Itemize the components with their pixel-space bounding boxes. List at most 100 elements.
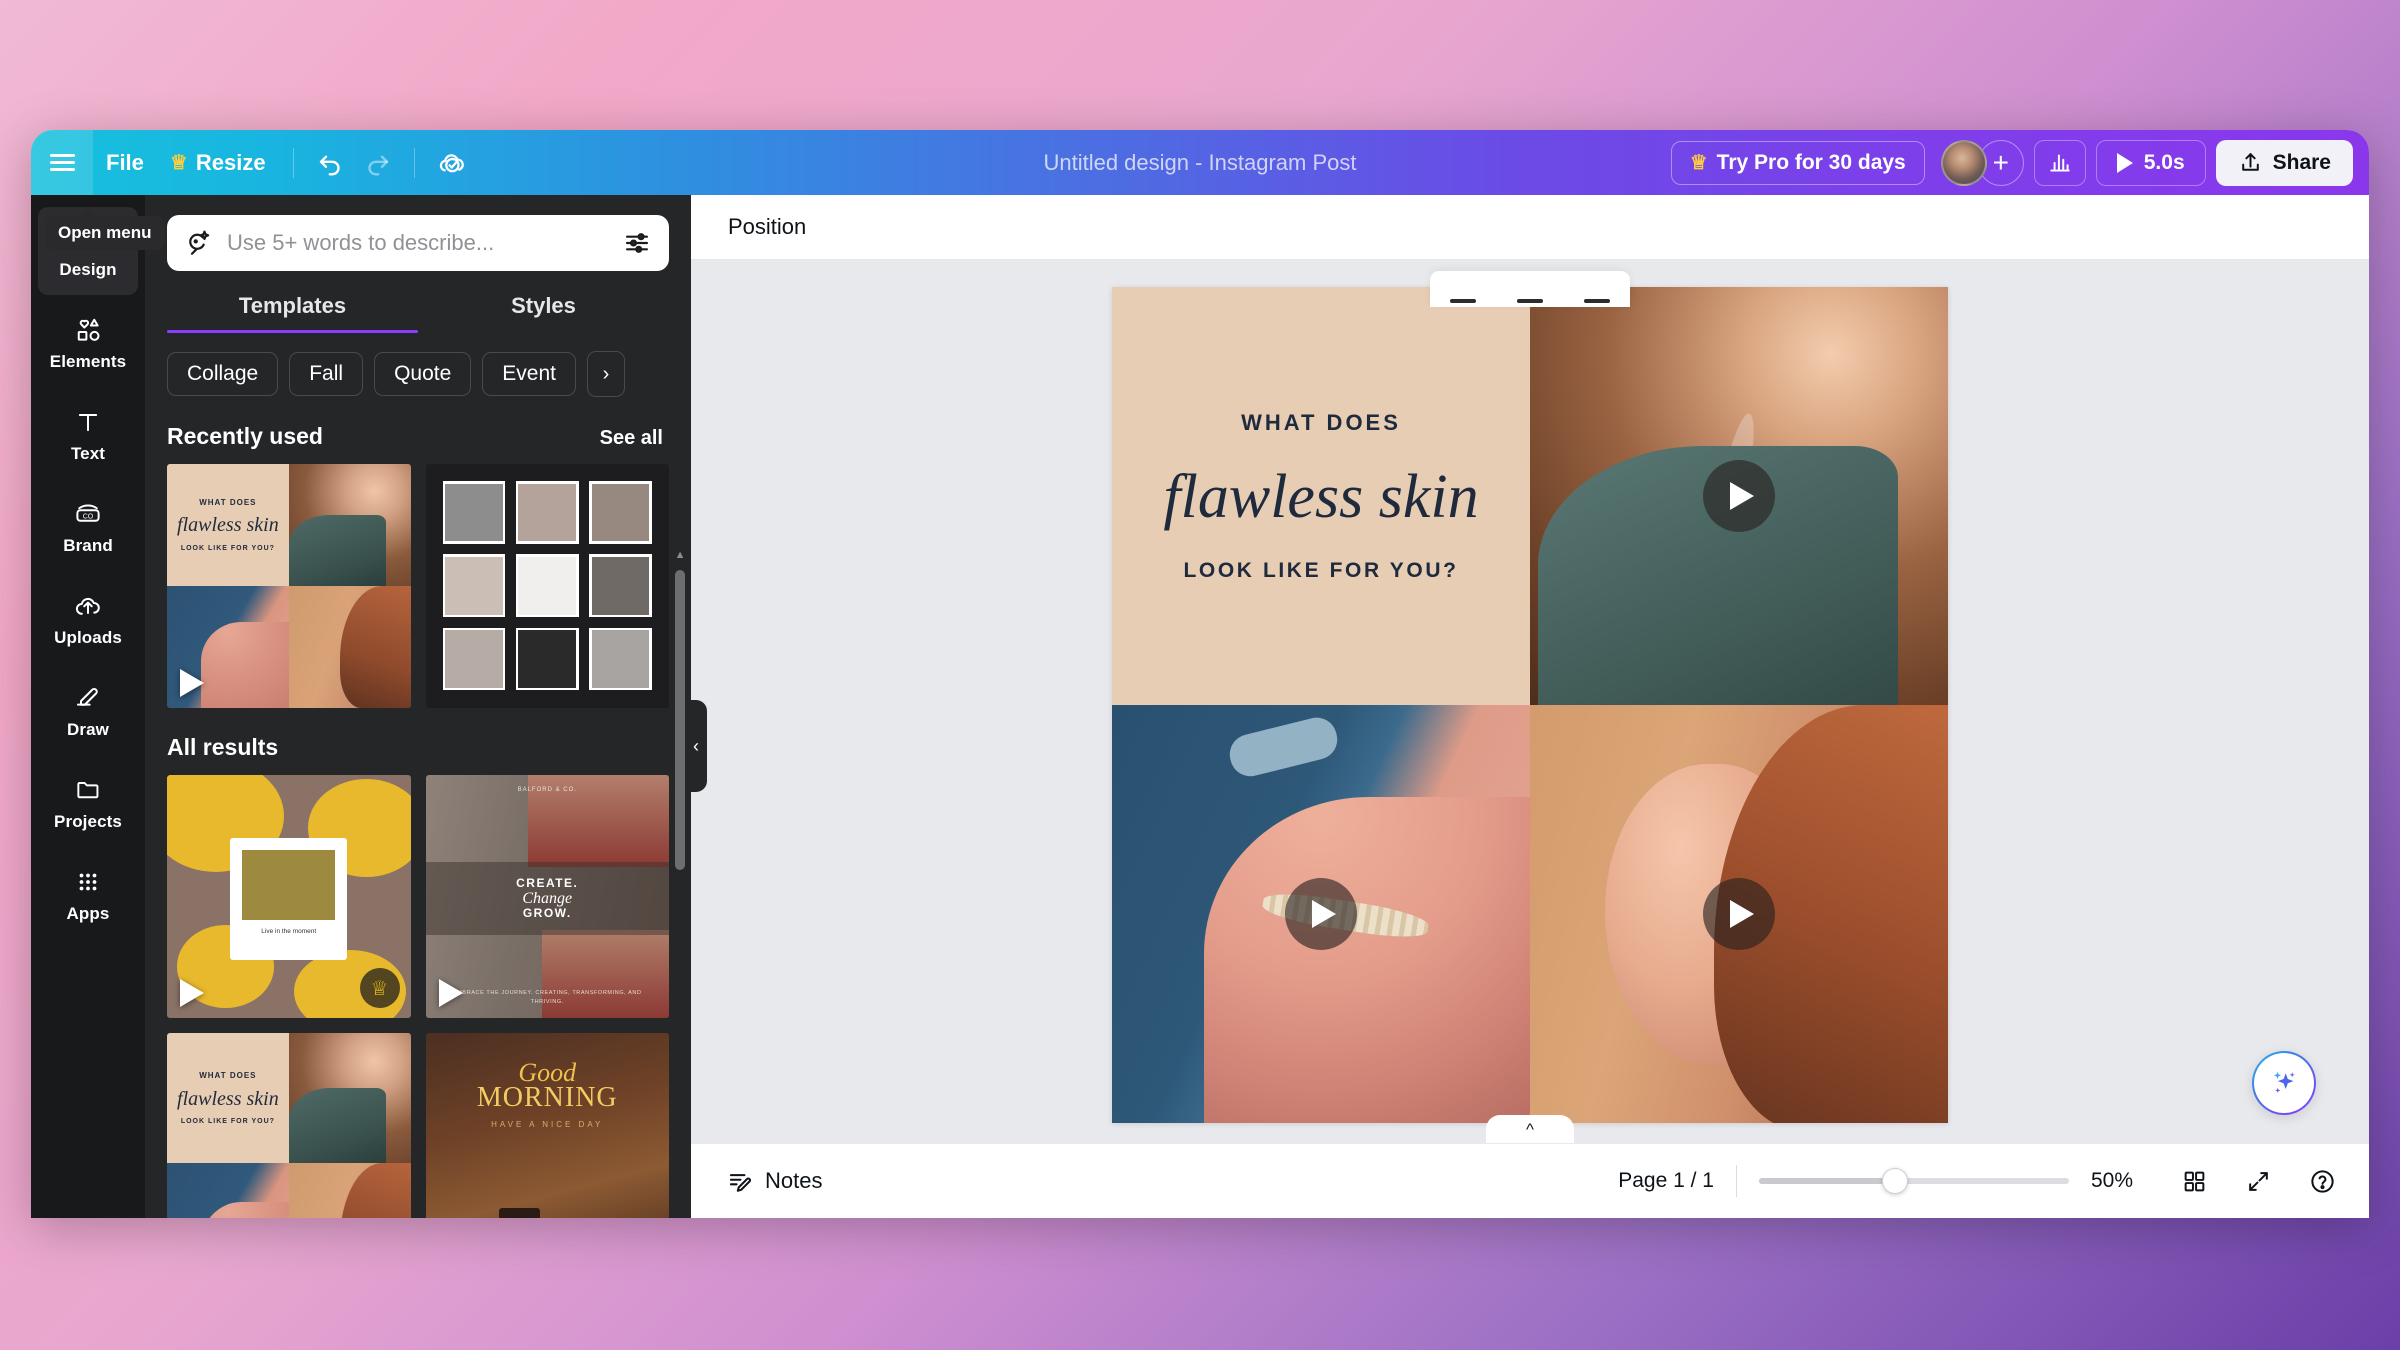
play-icon xyxy=(438,979,463,1007)
design-line-3: LOOK LIKE FOR YOU? xyxy=(1183,558,1459,582)
template-thumbnail[interactable] xyxy=(425,464,669,708)
draw-icon xyxy=(73,683,103,713)
thumb-line-2: flawless skin xyxy=(177,514,279,537)
help-icon xyxy=(2310,1169,2334,1193)
file-menu-button[interactable]: File xyxy=(93,143,157,183)
tab-styles[interactable]: Styles xyxy=(418,293,669,333)
search-input[interactable] xyxy=(227,230,609,256)
bottom-divider xyxy=(1736,1165,1737,1197)
play-icon xyxy=(1730,900,1754,928)
thumb-brand: BALFORD & CO. xyxy=(517,786,577,793)
toolbar-stub-icon xyxy=(1516,299,1543,303)
template-thumbnail[interactable]: Good MORNING HAVE A NICE DAY xyxy=(425,1033,669,1218)
redo-button[interactable] xyxy=(354,140,400,186)
chip-fall[interactable]: Fall xyxy=(289,352,364,396)
thumb-line-3: LOOK LIKE FOR YOU? xyxy=(180,544,275,552)
see-all-link[interactable]: See all xyxy=(600,427,663,450)
bottom-right-group: Page 1 / 1 50% xyxy=(1618,1160,2343,1202)
zoom-value: 50% xyxy=(2091,1169,2134,1192)
cloud-saved-icon xyxy=(439,153,464,172)
grid-view-button[interactable] xyxy=(2173,1160,2215,1202)
toolbar-divider-1 xyxy=(292,147,294,178)
thumb-line-1: WHAT DOES xyxy=(199,498,257,508)
zoom-slider[interactable] xyxy=(1759,1168,2069,1194)
chip-collage[interactable]: Collage xyxy=(167,352,279,396)
fullscreen-button[interactable] xyxy=(2237,1160,2279,1202)
chip-quote[interactable]: Quote xyxy=(374,352,472,396)
help-button[interactable] xyxy=(2301,1160,2343,1202)
magic-search-icon xyxy=(189,230,210,255)
chip-event[interactable]: Event xyxy=(482,352,576,396)
avatar[interactable] xyxy=(1940,139,1987,186)
sidebar-item-elements[interactable]: Elements xyxy=(38,299,138,387)
all-results-header: All results xyxy=(145,708,691,761)
bottom-status-bar: Notes Page 1 / 1 50% xyxy=(691,1143,2369,1218)
sidebar-item-apps[interactable]: Apps xyxy=(38,851,138,939)
canvas-area: WHAT DOES flawless skin LOOK LIKE FOR YO… xyxy=(691,261,2369,1143)
undo-button[interactable] xyxy=(308,140,354,186)
collaborators-group: + xyxy=(1940,139,2024,186)
thumb-line-1: WHAT DOES xyxy=(199,1070,257,1080)
resize-button[interactable]: ♕ Resize xyxy=(157,143,279,183)
timing-button[interactable] xyxy=(2033,139,2086,186)
sidebar-item-brand[interactable]: CO Brand xyxy=(38,483,138,571)
sidebar-label: Brand xyxy=(63,535,113,555)
preview-button[interactable]: 5.0s xyxy=(2095,139,2206,186)
filter-sliders-icon[interactable] xyxy=(623,229,651,257)
zoom-slider-thumb[interactable] xyxy=(1882,1168,1909,1194)
floating-element-toolbar[interactable] xyxy=(1430,271,1630,307)
redo-icon xyxy=(367,155,388,175)
share-label: Share xyxy=(2272,150,2331,174)
elements-icon xyxy=(73,315,103,345)
play-icon xyxy=(2116,152,2133,173)
play-icon xyxy=(1312,900,1336,928)
search-box[interactable] xyxy=(167,215,669,271)
toolbar-left-group: File ♕ Resize xyxy=(31,130,475,195)
sidebar-item-projects[interactable]: Projects xyxy=(38,759,138,847)
search-row xyxy=(145,195,691,271)
tab-templates[interactable]: Templates xyxy=(167,293,418,333)
template-thumbnail[interactable]: Live in the moment ♕ xyxy=(167,774,411,1018)
sidebar-label: Design xyxy=(59,259,117,279)
file-menu-label: File xyxy=(106,149,144,175)
panel-scrollbar[interactable] xyxy=(675,570,685,870)
page-indicator: Page 1 / 1 xyxy=(1618,1169,1714,1192)
template-thumbnail[interactable]: BALFORD & CO. CREATE. Change GROW. EMBRA… xyxy=(425,774,669,1018)
design-video-bottom-left[interactable] xyxy=(1112,705,1530,1123)
design-canvas[interactable]: WHAT DOES flawless skin LOOK LIKE FOR YO… xyxy=(1112,271,1948,1123)
try-pro-button[interactable]: ♕ Try Pro for 30 days xyxy=(1670,140,1925,185)
video-play-button[interactable] xyxy=(1703,460,1775,532)
design-video-bottom-right[interactable] xyxy=(1530,705,1948,1123)
cloud-saved-button[interactable] xyxy=(429,140,475,186)
all-results-grid: Live in the moment ♕ BALFORD & CO. CREAT… xyxy=(145,761,691,1218)
magic-studio-button[interactable] xyxy=(2252,1051,2316,1115)
magic-sparkle-icon xyxy=(2273,1071,2295,1093)
notes-button[interactable]: Notes xyxy=(717,1160,832,1203)
text-icon xyxy=(74,407,102,437)
canvas-collapse-button[interactable]: ^ xyxy=(1486,1115,1574,1143)
design-video-top-right[interactable] xyxy=(1530,287,1948,705)
chevron-right-icon[interactable]: › xyxy=(586,351,625,397)
apps-icon xyxy=(75,867,101,897)
projects-icon xyxy=(74,775,103,805)
video-play-button[interactable] xyxy=(1285,878,1357,950)
sidebar-label: Draw xyxy=(67,719,109,739)
try-pro-label: Try Pro for 30 days xyxy=(1716,150,1906,174)
share-button[interactable]: Share xyxy=(2215,139,2353,186)
video-play-button[interactable] xyxy=(1703,878,1775,950)
template-thumbnail[interactable]: WHAT DOES flawless skin LOOK LIKE FOR YO… xyxy=(167,1033,411,1218)
sidebar-item-draw[interactable]: Draw xyxy=(38,667,138,755)
template-thumbnail[interactable]: WHAT DOES flawless skin LOOK LIKE FOR YO… xyxy=(167,464,411,708)
sidebar-label: Text xyxy=(70,443,106,463)
templates-panel: Templates Styles Collage Fall Quote Even… xyxy=(145,195,691,1218)
sidebar-item-uploads[interactable]: Uploads xyxy=(38,575,138,663)
play-icon xyxy=(180,668,204,697)
thumb-footer: EMBRACE THE JOURNEY. CREATING, TRANSFORM… xyxy=(452,990,642,1005)
context-toolbar: Position xyxy=(691,195,2369,260)
design-line-2: flawless skin xyxy=(1163,462,1479,531)
position-button[interactable]: Position xyxy=(716,206,818,248)
panel-collapse-button[interactable]: ‹ xyxy=(685,700,707,792)
sidebar-item-text[interactable]: Text xyxy=(38,391,138,479)
design-text-quadrant[interactable]: WHAT DOES flawless skin LOOK LIKE FOR YO… xyxy=(1112,287,1530,705)
hamburger-menu-button[interactable] xyxy=(31,130,93,195)
